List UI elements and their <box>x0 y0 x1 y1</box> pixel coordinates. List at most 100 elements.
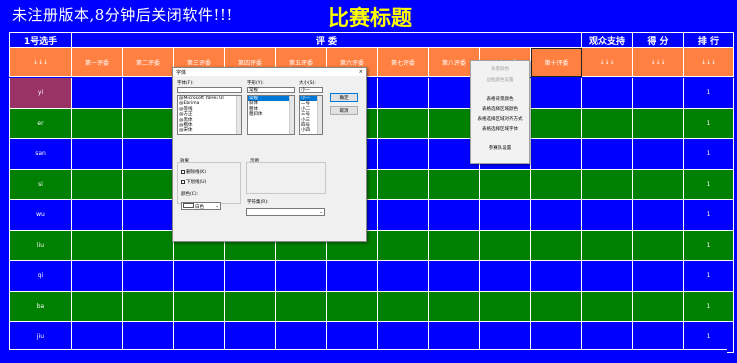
judge-score-cell[interactable] <box>531 230 582 261</box>
score-cell[interactable] <box>633 169 684 200</box>
judge-score-cell[interactable] <box>72 169 123 200</box>
judge-score-cell[interactable] <box>531 261 582 292</box>
judge-score-cell[interactable] <box>429 169 480 200</box>
audience-cell[interactable] <box>582 169 633 200</box>
score-column-header[interactable]: 得 分 <box>633 33 684 48</box>
judge-score-cell[interactable] <box>123 78 174 109</box>
font-list-item[interactable]: @宋体 <box>178 128 241 133</box>
judge-score-cell[interactable] <box>123 230 174 261</box>
player-name-cell[interactable]: qi <box>10 261 72 292</box>
judge-score-cell[interactable] <box>327 322 378 353</box>
audience-column-header[interactable]: 观众支持 <box>582 33 633 48</box>
rank-cell[interactable]: 1 <box>684 78 734 109</box>
judge-7-header[interactable]: 第七评委 <box>378 48 429 77</box>
audience-cell[interactable] <box>582 200 633 231</box>
judge-score-cell[interactable] <box>429 291 480 322</box>
rank-column-header[interactable]: 排 行 <box>684 33 734 48</box>
judge-score-cell[interactable] <box>480 261 531 292</box>
judge-score-cell[interactable] <box>378 261 429 292</box>
judge-score-cell[interactable] <box>378 291 429 322</box>
judge-score-cell[interactable] <box>531 78 582 109</box>
score-cell[interactable] <box>633 322 684 353</box>
audience-cell[interactable] <box>582 291 633 322</box>
style-list-scrollbar[interactable] <box>289 96 294 134</box>
judge-score-cell[interactable] <box>531 200 582 231</box>
judge-score-cell[interactable] <box>429 200 480 231</box>
judge-score-cell[interactable] <box>531 322 582 353</box>
judge-score-cell[interactable] <box>378 108 429 139</box>
judge-score-cell[interactable] <box>378 78 429 109</box>
audience-cell[interactable] <box>582 139 633 170</box>
score-cell[interactable] <box>633 139 684 170</box>
judge-score-cell[interactable] <box>174 291 225 322</box>
judge-score-cell[interactable] <box>480 169 531 200</box>
judge-score-cell[interactable] <box>123 169 174 200</box>
player-name-cell[interactable]: ba <box>10 291 72 322</box>
font-list-scrollbar[interactable] <box>236 96 241 134</box>
menu-item-selection-align[interactable]: 表格选择区域对齐方式 <box>471 116 529 122</box>
judge-score-cell[interactable] <box>174 261 225 292</box>
audience-cell[interactable] <box>582 230 633 261</box>
score-cell[interactable] <box>633 108 684 139</box>
judge-score-cell[interactable] <box>480 291 531 322</box>
script-combo[interactable]: ⌄ <box>246 208 325 216</box>
rank-cell[interactable]: 1 <box>684 108 734 139</box>
judge-10-header[interactable]: 第十评委 <box>531 48 582 77</box>
player-sort-arrows[interactable]: ↓↓↓ <box>10 48 72 77</box>
judge-score-cell[interactable] <box>480 230 531 261</box>
judge-score-cell[interactable] <box>480 200 531 231</box>
judge-2-header[interactable]: 第二评委 <box>123 48 174 77</box>
judge-score-cell[interactable] <box>123 322 174 353</box>
player-name-cell[interactable]: wu <box>10 200 72 231</box>
judge-score-cell[interactable] <box>72 78 123 109</box>
judge-score-cell[interactable] <box>72 322 123 353</box>
judge-score-cell[interactable] <box>276 291 327 322</box>
menu-item-selection-color[interactable]: 表格选择区域颜色 <box>471 106 529 112</box>
score-cell[interactable] <box>633 261 684 292</box>
rank-sort-arrows[interactable]: ↓↓↓ <box>684 48 734 77</box>
judge-score-cell[interactable] <box>378 322 429 353</box>
player-name-cell[interactable]: er <box>10 108 72 139</box>
rank-cell[interactable]: 1 <box>684 291 734 322</box>
cancel-button[interactable]: 取消 <box>330 106 358 115</box>
judge-score-cell[interactable] <box>123 261 174 292</box>
audience-cell[interactable] <box>582 322 633 353</box>
audience-cell[interactable] <box>582 108 633 139</box>
score-cell[interactable] <box>633 78 684 109</box>
judge-score-cell[interactable] <box>72 230 123 261</box>
judge-score-cell[interactable] <box>378 139 429 170</box>
judge-score-cell[interactable] <box>429 261 480 292</box>
strikeout-checkbox-box[interactable] <box>181 170 185 174</box>
judge-score-cell[interactable] <box>531 139 582 170</box>
font-style-input[interactable]: 常规 <box>247 87 295 93</box>
menu-item-selection-font[interactable]: 表格选择区域字体 <box>471 126 529 132</box>
rank-cell[interactable]: 1 <box>684 139 734 170</box>
ok-button[interactable]: 确定 <box>330 93 358 102</box>
judge-score-cell[interactable] <box>72 261 123 292</box>
player-name-cell[interactable]: si <box>10 169 72 200</box>
judge-score-cell[interactable] <box>225 261 276 292</box>
judge-score-cell[interactable] <box>378 169 429 200</box>
font-name-list[interactable]: @Microsoft YaHei UI @Ebrima @等线 @方正 @黑体 @楷体 @宋… <box>177 95 242 135</box>
judge-score-cell[interactable] <box>123 108 174 139</box>
judge-score-cell[interactable] <box>72 108 123 139</box>
rank-cell[interactable]: 1 <box>684 169 734 200</box>
font-name-input[interactable] <box>177 87 242 93</box>
font-size-list[interactable]: 小一 二号 小二 三号 小三 四号 小四 <box>299 95 323 135</box>
underline-checkbox-box[interactable] <box>181 180 185 184</box>
font-size-input[interactable]: 小一 <box>299 87 323 93</box>
judge-score-cell[interactable] <box>225 322 276 353</box>
font-dialog-titlebar[interactable]: 字体 × <box>173 68 366 76</box>
strikeout-checkbox[interactable]: 删除线(K) <box>181 169 206 175</box>
menu-item-table-bg-color[interactable]: 表格背景颜色 <box>471 96 529 102</box>
rank-cell[interactable]: 1 <box>684 200 734 231</box>
judge-score-cell[interactable] <box>531 108 582 139</box>
menu-item-team-settings[interactable]: 参赛队设置 <box>471 145 529 151</box>
score-cell[interactable] <box>633 230 684 261</box>
rank-cell[interactable]: 1 <box>684 322 734 353</box>
judge-score-cell[interactable] <box>225 291 276 322</box>
rank-cell[interactable]: 1 <box>684 261 734 292</box>
judges-column-header[interactable]: 评 委 <box>72 33 582 48</box>
judge-score-cell[interactable] <box>174 322 225 353</box>
audience-cell[interactable] <box>582 261 633 292</box>
